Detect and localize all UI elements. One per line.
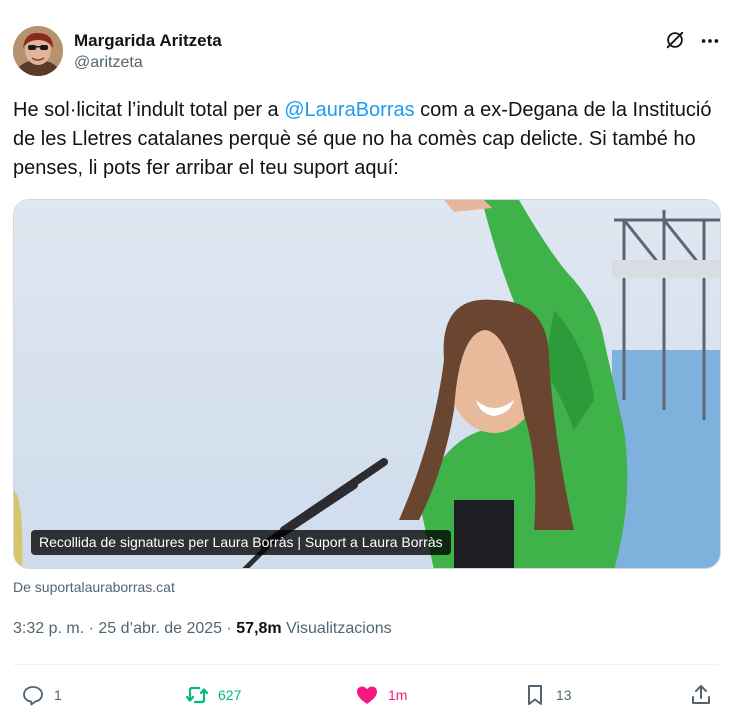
bookmark-button[interactable]: 13 [523,678,572,712]
share-button[interactable] [689,678,713,712]
tweet-header: Margarida Aritzeta @aritzeta [13,26,731,78]
action-bar: 1 627 1m 13 [13,678,719,712]
retweet-icon [185,686,209,704]
link-card[interactable]: Recollida de signatures per Laura Borràs… [13,199,721,569]
author-handle[interactable]: @aritzeta [74,53,222,73]
card-source[interactable]: De suportalauraborras.cat [13,578,175,596]
bookmark-count: 13 [556,687,572,703]
reply-icon [23,686,43,706]
tweet-date[interactable]: 25 d’abr. de 2025 [98,620,222,637]
meta-separator: · [84,620,99,637]
like-button[interactable]: 1m [355,678,407,712]
more-icon[interactable] [699,30,721,52]
tweet-text-before: He sol·licitat l’indult total per a [13,99,285,121]
views-label: Visualitzacions [281,620,392,637]
meta-separator-2: · [222,620,237,637]
tweet-time[interactable]: 3:32 p. m. [13,620,84,637]
avatar-image [13,26,63,76]
tweet-text: He sol·licitat l’indult total per a @Lau… [13,96,731,183]
like-count: 1m [388,687,408,703]
grok-icon[interactable] [664,29,686,51]
share-icon [692,685,710,704]
retweet-button[interactable]: 627 [185,678,241,712]
card-title[interactable]: Recollida de signatures per Laura Borràs… [31,530,451,555]
tweet-meta: 3:32 p. m. · 25 d’abr. de 2025 · 57,8m V… [13,619,392,639]
heart-icon [357,686,377,704]
bookmark-icon [528,685,542,705]
author-names: Margarida Aritzeta @aritzeta [74,31,222,73]
card-image [14,200,720,568]
reply-count: 1 [54,687,62,703]
mention-link[interactable]: @LauraBorras [284,99,414,121]
retweet-count: 627 [218,687,242,703]
tweet: Margarida Aritzeta @aritzeta He sol·lici… [0,0,743,725]
author-display-name[interactable]: Margarida Aritzeta [74,31,222,51]
avatar[interactable] [13,26,63,76]
reply-button[interactable]: 1 [21,678,62,712]
divider [13,664,719,665]
views-count: 57,8m [236,620,282,637]
